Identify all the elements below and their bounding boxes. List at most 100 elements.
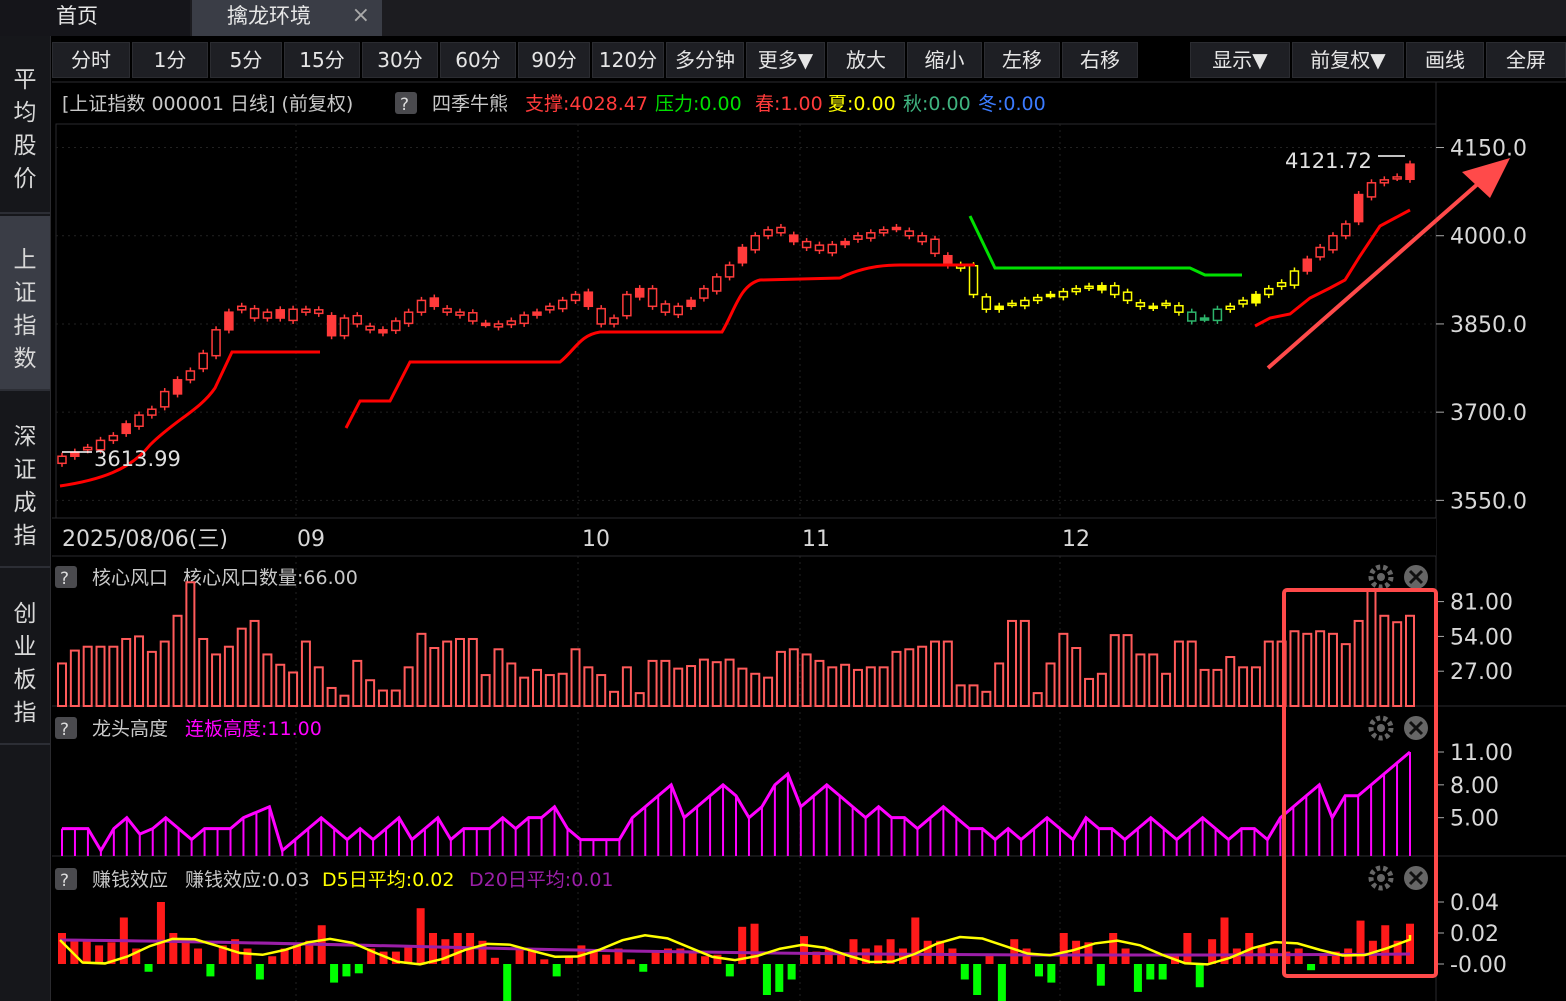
bar: [1302, 632, 1313, 707]
close-icon[interactable]: [1404, 866, 1428, 890]
candle: [776, 226, 786, 234]
money-bar: [1406, 923, 1414, 964]
bar: [121, 637, 132, 708]
bar: [146, 650, 157, 707]
money-bar: [1109, 933, 1118, 964]
money-bar: [1294, 948, 1303, 964]
bar: [532, 668, 543, 708]
bar: [686, 665, 697, 707]
candle: [1238, 299, 1248, 305]
money-bar: [1195, 964, 1204, 988]
candle: [147, 408, 157, 416]
core-wind-bars: [57, 581, 1415, 708]
money-bar: [775, 964, 784, 992]
money-bar: [973, 964, 982, 995]
bar: [827, 666, 838, 707]
candle: [1315, 246, 1325, 258]
bar: [429, 647, 440, 707]
candle: [519, 314, 529, 325]
candle: [917, 234, 927, 243]
candle: [1276, 282, 1287, 288]
candle: [1174, 304, 1184, 313]
panel2-axis: 11.00 8.00 5.00: [1436, 741, 1513, 832]
help-icon-glyph: ?: [60, 569, 69, 589]
money-bar: [701, 956, 710, 964]
money-bar: [837, 954, 846, 964]
bar: [365, 679, 376, 708]
support-lines: [59, 208, 1411, 488]
bar: [763, 676, 774, 708]
bar: [942, 640, 953, 707]
gear-icon[interactable]: [1368, 865, 1394, 891]
candle: [57, 455, 67, 465]
close-icon[interactable]: [1404, 565, 1428, 589]
candle: [224, 311, 234, 331]
candle: [455, 311, 465, 316]
candle: [1109, 284, 1120, 296]
money-bar: [1034, 964, 1043, 977]
bar: [262, 653, 273, 708]
candle: [159, 390, 170, 408]
y-tick-label: 0.02: [1450, 922, 1499, 947]
candle: [789, 234, 799, 243]
y-tick-label: 3550.0: [1450, 489, 1527, 514]
bar: [852, 668, 863, 708]
panel3-d20: D20日平均:0.01: [469, 869, 614, 891]
candle: [878, 229, 889, 234]
money-bar: [1220, 917, 1229, 964]
gear-icon[interactable]: [1368, 715, 1394, 741]
bar: [1340, 643, 1351, 708]
bar: [1096, 672, 1107, 707]
candle: [326, 314, 337, 337]
candle: [1148, 305, 1158, 310]
money-bar: [911, 917, 920, 964]
chart-title: [上证指数 000001 日线] (前复权): [62, 93, 353, 115]
gear-icon[interactable]: [1368, 564, 1394, 590]
summer-label: 夏:0.00: [828, 93, 896, 115]
candle: [891, 226, 902, 231]
candle: [1045, 293, 1056, 298]
candle: [468, 312, 478, 322]
panel2-value: 连板高度:11.00: [185, 718, 322, 740]
help-icon-glyph: ?: [60, 871, 69, 891]
candle: [570, 293, 581, 302]
bar: [211, 653, 222, 708]
candle: [198, 352, 208, 370]
chart-area[interactable]: [上证指数 000001 日线] (前复权) ? 四季牛熊 支撑:4028.47…: [0, 0, 1566, 1001]
money-bar: [268, 956, 277, 964]
money-bar: [58, 933, 66, 964]
money-bar: [330, 964, 339, 983]
bar: [1019, 619, 1030, 708]
bar: [775, 650, 786, 707]
x-label-month: 10: [582, 527, 610, 552]
x-label-date: 2025/08/06(三): [62, 527, 228, 552]
money-bar: [416, 908, 425, 964]
money-bar: [626, 959, 635, 964]
low-label: 3613.99: [94, 447, 181, 471]
money-bar: [255, 964, 264, 980]
panel3-axis: 0.04 0.02 -0.00: [1436, 891, 1507, 978]
candle: [314, 309, 324, 315]
bar: [1186, 640, 1197, 707]
candle: [1251, 293, 1261, 304]
bar: [891, 650, 902, 707]
bar: [1199, 668, 1210, 708]
money-bar: [292, 945, 301, 964]
candle: [583, 291, 594, 308]
candle: [930, 238, 940, 255]
y-tick-label: 11.00: [1450, 741, 1513, 766]
money-bar: [787, 964, 796, 980]
candle: [121, 423, 131, 435]
bar: [236, 627, 247, 708]
money-bar: [800, 936, 809, 964]
close-icon[interactable]: [1404, 716, 1428, 740]
x-label-month: 11: [802, 527, 830, 552]
pressure-line: [968, 215, 1242, 277]
candle: [378, 329, 388, 334]
support-line-3: [1254, 208, 1411, 328]
candle: [288, 308, 298, 322]
bar: [814, 659, 825, 708]
bar: [1173, 640, 1184, 707]
bar: [1263, 640, 1274, 707]
bar: [1058, 632, 1069, 707]
